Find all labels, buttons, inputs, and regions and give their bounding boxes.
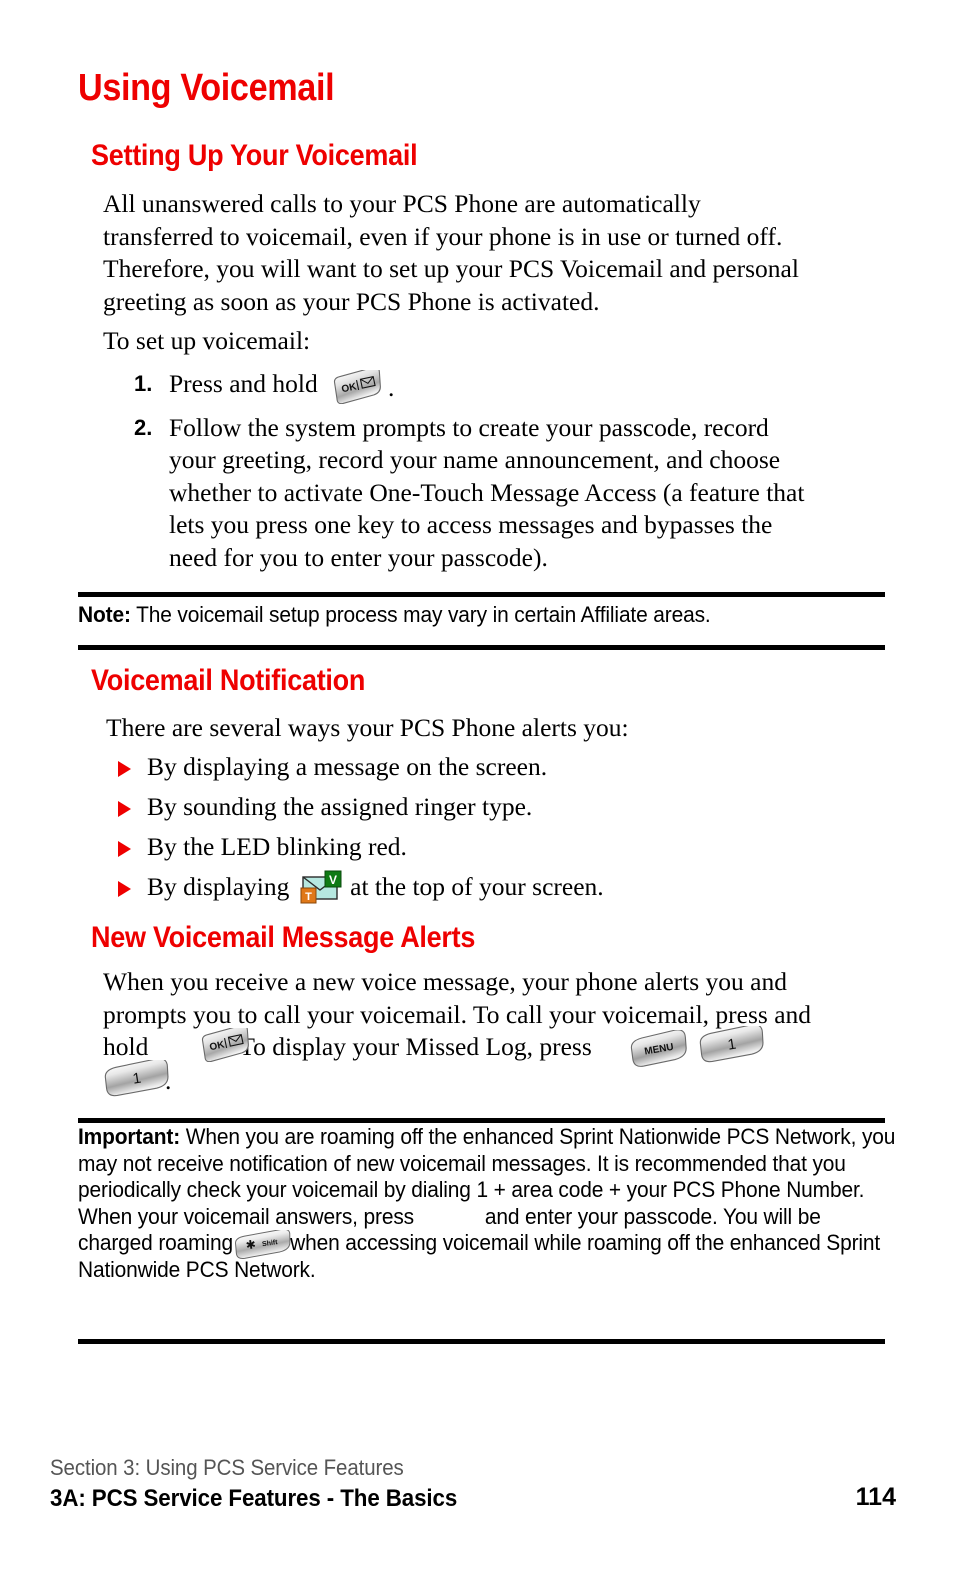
footer-section-line: Section 3: Using PCS Service Features — [50, 1455, 404, 1480]
triangle-bullet-icon — [118, 761, 131, 777]
bullet-text: By displaying — [147, 872, 290, 901]
step-number: 2. — [134, 414, 153, 440]
svg-text:T: T — [305, 891, 312, 903]
heading-setting-up-your-voicemail: Setting Up Your Voicemail — [91, 139, 418, 172]
note-rule-top — [78, 592, 885, 597]
bullet-text-after: at the top of your screen. — [350, 872, 604, 901]
svg-text:V: V — [329, 873, 337, 887]
note-label: Note: — [78, 602, 131, 627]
svg-text:✱: ✱ — [245, 1237, 257, 1252]
list-item: By the LED blinking red. — [118, 832, 798, 872]
bullet-text: By the LED blinking red. — [147, 832, 407, 861]
list-item: By displaying at the top of your screen. — [118, 872, 798, 912]
star-shift-key: ✱ Shift — [233, 1230, 295, 1260]
note-rule-bottom — [78, 645, 885, 650]
paragraph-to-set-up-voicemail: To set up voicemail: — [103, 326, 311, 355]
triangle-bullet-icon — [118, 841, 131, 857]
document-page: Using Voicemail Setting Up Your Voicemai… — [0, 0, 954, 1590]
note-text: The voicemail setup process may vary in … — [136, 602, 711, 627]
list-item: By displaying a message on the screen. — [118, 752, 798, 792]
ok-message-key: OK — [330, 370, 386, 404]
step-trailing-period: . — [388, 373, 395, 402]
triangle-bullet-icon — [118, 801, 131, 817]
bullet-text: By displaying a message on the screen. — [147, 752, 548, 781]
setup-steps-list: 1. Press and hold 2. Follow the system p… — [134, 368, 814, 580]
important-callout: Important: When you are roaming off the … — [78, 1124, 896, 1284]
important-label: Important: — [78, 1124, 181, 1149]
list-item: By sounding the assigned ringer type. — [118, 792, 798, 832]
step-number: 1. — [134, 371, 153, 396]
footer-page-number: 114 — [855, 1483, 896, 1511]
heading-voicemail-notification: Voicemail Notification — [91, 664, 366, 697]
number-one-key: 1 — [103, 1060, 173, 1098]
notification-bullet-list: By displaying a message on the screen. B… — [118, 752, 798, 912]
list-item: 2. Follow the system prompts to create y… — [134, 412, 814, 575]
footer-chapter-line: 3A: PCS Service Features - The Basics — [50, 1485, 458, 1512]
number-one-key: 1 — [698, 1026, 768, 1064]
step-text: Follow the system prompts to create your… — [169, 412, 805, 572]
triangle-bullet-icon — [118, 881, 131, 897]
alerts-trailing-period: . — [165, 1066, 172, 1095]
alerts-text-part2: . To display your Missed Log, press — [227, 1032, 592, 1062]
menu-key: MENU — [628, 1030, 692, 1068]
important-rule-top — [78, 1118, 885, 1123]
note-callout: Note: The voicemail setup process may va… — [78, 602, 833, 629]
step-text: Press and hold — [169, 369, 318, 398]
bullet-text: By sounding the assigned ringer type. — [147, 792, 533, 821]
ok-message-key: OK — [198, 1028, 254, 1062]
list-item: 1. Press and hold — [134, 368, 814, 401]
important-rule-bottom — [78, 1339, 885, 1344]
paragraph-setup-intro: All unanswered calls to your PCS Phone a… — [103, 189, 799, 316]
paragraph-notification-lead-in: There are several ways your PCS Phone al… — [106, 713, 629, 742]
heading-new-voicemail-message-alerts: New Voicemail Message Alerts — [91, 921, 476, 954]
page-title: Using Voicemail — [78, 67, 335, 109]
voicemail-envelope-icon: V T — [299, 870, 343, 909]
